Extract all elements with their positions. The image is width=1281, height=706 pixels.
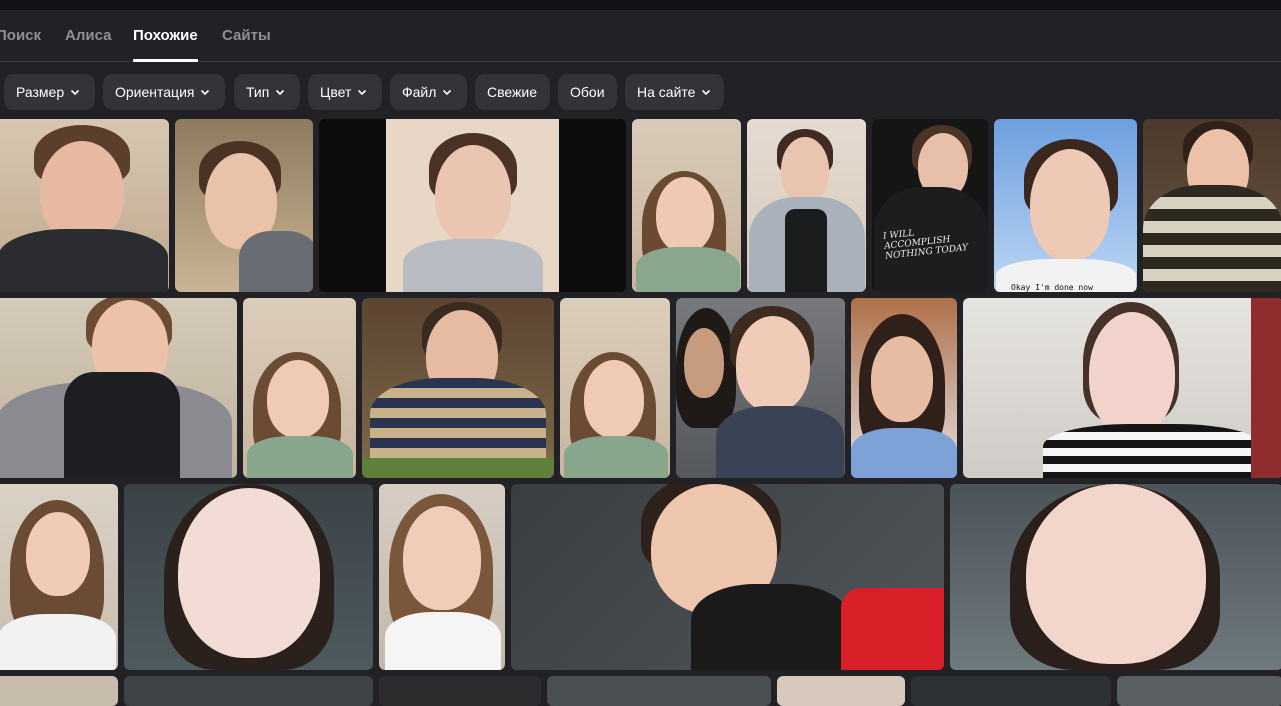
image-thumbnail[interactable] xyxy=(319,119,626,292)
image-thumbnail[interactable] xyxy=(379,484,505,670)
image-thumbnail[interactable] xyxy=(1143,119,1281,292)
image-thumbnail[interactable] xyxy=(1117,676,1281,706)
image-thumbnail[interactable] xyxy=(963,298,1281,478)
image-thumbnail[interactable]: Okay I'm done now xyxy=(994,119,1137,292)
image-thumbnail[interactable] xyxy=(124,484,373,670)
image-thumbnail[interactable] xyxy=(851,298,957,478)
image-thumbnail[interactable] xyxy=(0,676,118,706)
image-thumbnail[interactable] xyxy=(379,676,541,706)
image-thumbnail[interactable] xyxy=(175,119,313,292)
image-grid: I WILL ACCOMPLISH NOTHING TODAY Okay I'm… xyxy=(0,0,1281,706)
image-thumbnail[interactable] xyxy=(777,676,905,706)
image-thumbnail[interactable] xyxy=(511,484,944,670)
image-thumbnail[interactable] xyxy=(124,676,373,706)
image-thumbnail[interactable] xyxy=(950,484,1281,670)
image-thumbnail[interactable] xyxy=(560,298,670,478)
image-thumbnail[interactable] xyxy=(243,298,356,478)
image-thumbnail[interactable] xyxy=(676,298,845,478)
image-thumbnail[interactable] xyxy=(362,298,554,478)
image-caption: Okay I'm done now xyxy=(1008,283,1096,292)
image-thumbnail[interactable] xyxy=(911,676,1111,706)
image-thumbnail[interactable] xyxy=(0,484,118,670)
image-thumbnail[interactable] xyxy=(632,119,741,292)
image-thumbnail[interactable]: I WILL ACCOMPLISH NOTHING TODAY xyxy=(872,119,988,292)
image-thumbnail[interactable] xyxy=(747,119,866,292)
image-thumbnail[interactable] xyxy=(547,676,771,706)
image-thumbnail[interactable] xyxy=(0,119,169,292)
image-thumbnail[interactable] xyxy=(0,298,237,478)
